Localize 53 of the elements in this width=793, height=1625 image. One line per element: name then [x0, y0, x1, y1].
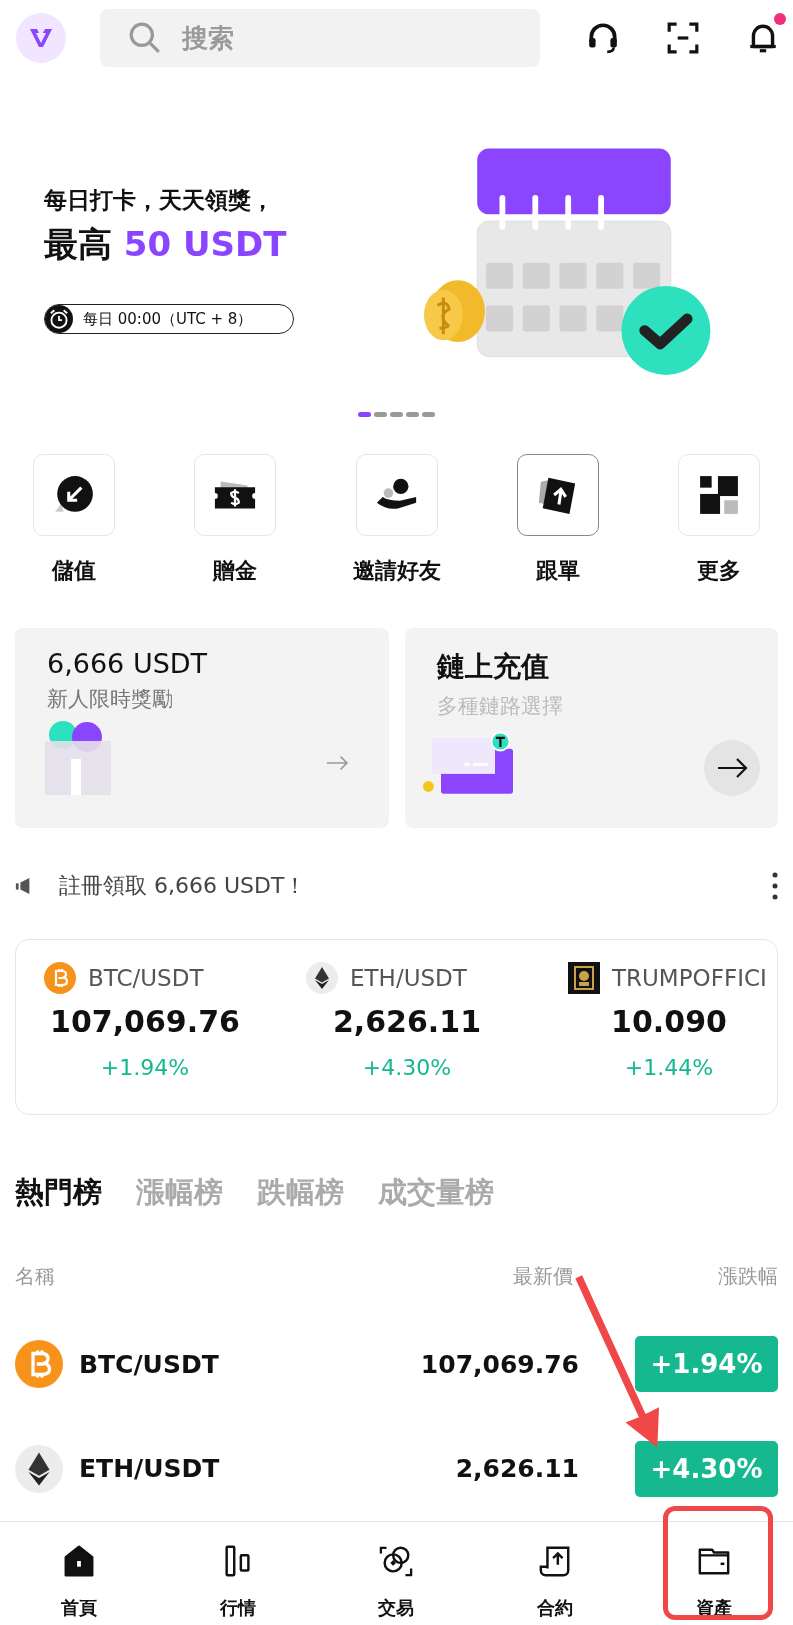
card-title: 6,666 USDT [47, 647, 209, 679]
column-header: 漲跌幅 [717, 1263, 778, 1290]
change-badge: +1.94% [635, 1336, 778, 1393]
shortcut-label: 更多 [697, 556, 741, 585]
logo-icon [16, 13, 66, 64]
bitcoin-icon [15, 1340, 63, 1389]
pair-name: TRUMPOFFICI [612, 965, 767, 992]
banner-headline: 每日打卡，天天領獎， [44, 186, 275, 216]
shortcut-button[interactable] [516, 453, 599, 536]
search-icon [128, 21, 162, 56]
more-options-icon[interactable] [772, 870, 778, 901]
headset-icon[interactable] [586, 21, 620, 56]
bitcoin-icon [44, 962, 76, 995]
pair-name: BTC/USDT [88, 965, 204, 992]
price: 107,069.76 [420, 1349, 579, 1379]
price-change: +1.44% [624, 1055, 714, 1081]
nav-tab[interactable]: 行情 [158, 1522, 318, 1625]
price-change: +4.30% [362, 1055, 452, 1081]
card-title: 鏈上充值 [436, 648, 550, 685]
price: 10.090 [611, 1004, 727, 1040]
column-header: 最新價 [512, 1263, 573, 1290]
column-header: 名稱 [15, 1263, 56, 1290]
banner-subheadline: 最高 50 USDT [44, 223, 288, 267]
nav-tab[interactable]: 交易 [317, 1522, 476, 1625]
card-subtitle: 新人限時獎勵 [47, 685, 174, 713]
schedule-text: 每日 00:00（UTC + 8） [83, 309, 253, 329]
nav-tab[interactable]: 合約 [475, 1522, 635, 1625]
shortcut-label: 儲值 [52, 556, 96, 585]
promo-card[interactable]: 鏈上充值 多種鏈路選擇 [404, 627, 778, 828]
search-field[interactable]: 搜索 [100, 9, 540, 68]
promo-card[interactable]: 6,666 USDT 新人限時獎勵 [15, 627, 389, 828]
price: 2,626.11 [332, 1004, 481, 1040]
price-change: +1.94% [100, 1055, 190, 1081]
grid-icon [697, 473, 741, 516]
announcement-text[interactable]: 註冊領取 6,666 USDT！ [59, 870, 772, 901]
pair-name: ETH/USDT [79, 1454, 220, 1484]
shortcut-label: 贈金 [213, 556, 258, 585]
token-icon [568, 962, 600, 995]
pair-name: ETH/USDT [350, 965, 467, 992]
alarm-clock-icon [45, 305, 73, 334]
change-badge: +4.30% [635, 1440, 778, 1497]
pair-name: BTC/USDT [79, 1349, 219, 1379]
scan-icon[interactable] [666, 21, 700, 56]
ranking-tab[interactable]: 熱門榜 [15, 1173, 102, 1213]
arrow-right-icon[interactable] [704, 739, 760, 796]
price: 107,069.76 [50, 1004, 240, 1040]
ethereum-icon [306, 962, 338, 995]
shortcut-label: 跟單 [535, 556, 580, 585]
card-subtitle: 多種鏈路選擇 [436, 692, 564, 720]
price: 2,626.11 [455, 1454, 579, 1484]
nav-tab[interactable]: 首頁 [0, 1522, 159, 1625]
ethereum-icon [15, 1444, 63, 1493]
shortcut-label: 邀請好友 [352, 556, 441, 585]
